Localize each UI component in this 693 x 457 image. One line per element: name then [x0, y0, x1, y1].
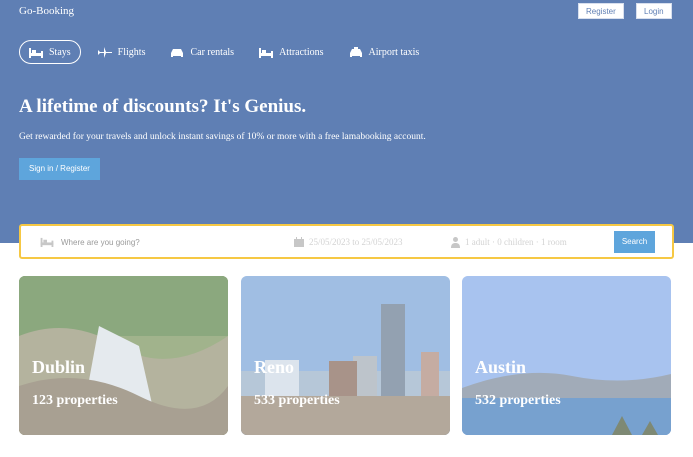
featured-card-dublin[interactable]: Dublin 123 properties	[19, 276, 228, 435]
brand-logo[interactable]: Go-Booking	[19, 5, 74, 17]
card-overlay	[19, 276, 228, 435]
city-name: Austin	[475, 357, 527, 377]
card-overlay	[462, 276, 671, 435]
nav-item-label: Attractions	[279, 46, 324, 58]
hero-banner: Go-Booking Register Login Stays Flights …	[0, 0, 693, 243]
nav-item-label: Airport taxis	[368, 46, 420, 58]
nav-item-label: Stays	[49, 46, 71, 58]
hero-subtitle: Get rewarded for your travels and unlock…	[19, 132, 426, 142]
person-icon	[451, 237, 460, 248]
register-button[interactable]: Register	[578, 3, 624, 19]
nav-item-attractions[interactable]: Attractions	[251, 40, 331, 64]
nav-item-label: Flights	[117, 46, 146, 58]
nav-bar: Stays Flights Car rentals Attractions Ai…	[19, 39, 436, 65]
taxi-icon	[349, 46, 362, 57]
login-button[interactable]: Login	[636, 3, 672, 19]
property-count: 532 properties	[475, 393, 561, 408]
search-bar: Where are you going? 25/05/2023 to 25/05…	[19, 224, 674, 259]
nav-item-label: Car rentals	[190, 46, 235, 58]
destination-input[interactable]: Where are you going?	[61, 238, 140, 247]
bed-icon	[40, 237, 54, 247]
calendar-icon	[294, 237, 304, 247]
date-range-input[interactable]: 25/05/2023 to 25/05/2023	[309, 237, 403, 247]
page-title: A lifetime of discounts? It's Genius.	[19, 96, 307, 117]
bed-icon	[29, 47, 43, 58]
property-count: 533 properties	[254, 393, 340, 408]
featured-card-austin[interactable]: Austin 532 properties	[462, 276, 671, 435]
car-icon	[171, 48, 184, 57]
sign-in-register-button[interactable]: Sign in / Register	[19, 158, 100, 180]
guests-input[interactable]: 1 adult · 0 children · 1 room	[465, 237, 567, 247]
nav-item-airport-taxis[interactable]: Airport taxis	[341, 40, 428, 64]
featured-card-reno[interactable]: Reno 533 properties	[241, 276, 450, 435]
plane-icon	[97, 46, 112, 58]
bed-icon	[259, 47, 274, 58]
city-name: Reno	[254, 357, 294, 377]
nav-item-stays[interactable]: Stays	[19, 40, 81, 64]
nav-item-flights[interactable]: Flights	[90, 40, 154, 64]
city-name: Dublin	[32, 357, 86, 377]
card-overlay	[241, 276, 450, 435]
search-button[interactable]: Search	[614, 231, 655, 253]
property-count: 123 properties	[32, 393, 118, 408]
nav-item-car-rentals[interactable]: Car rentals	[162, 40, 242, 64]
